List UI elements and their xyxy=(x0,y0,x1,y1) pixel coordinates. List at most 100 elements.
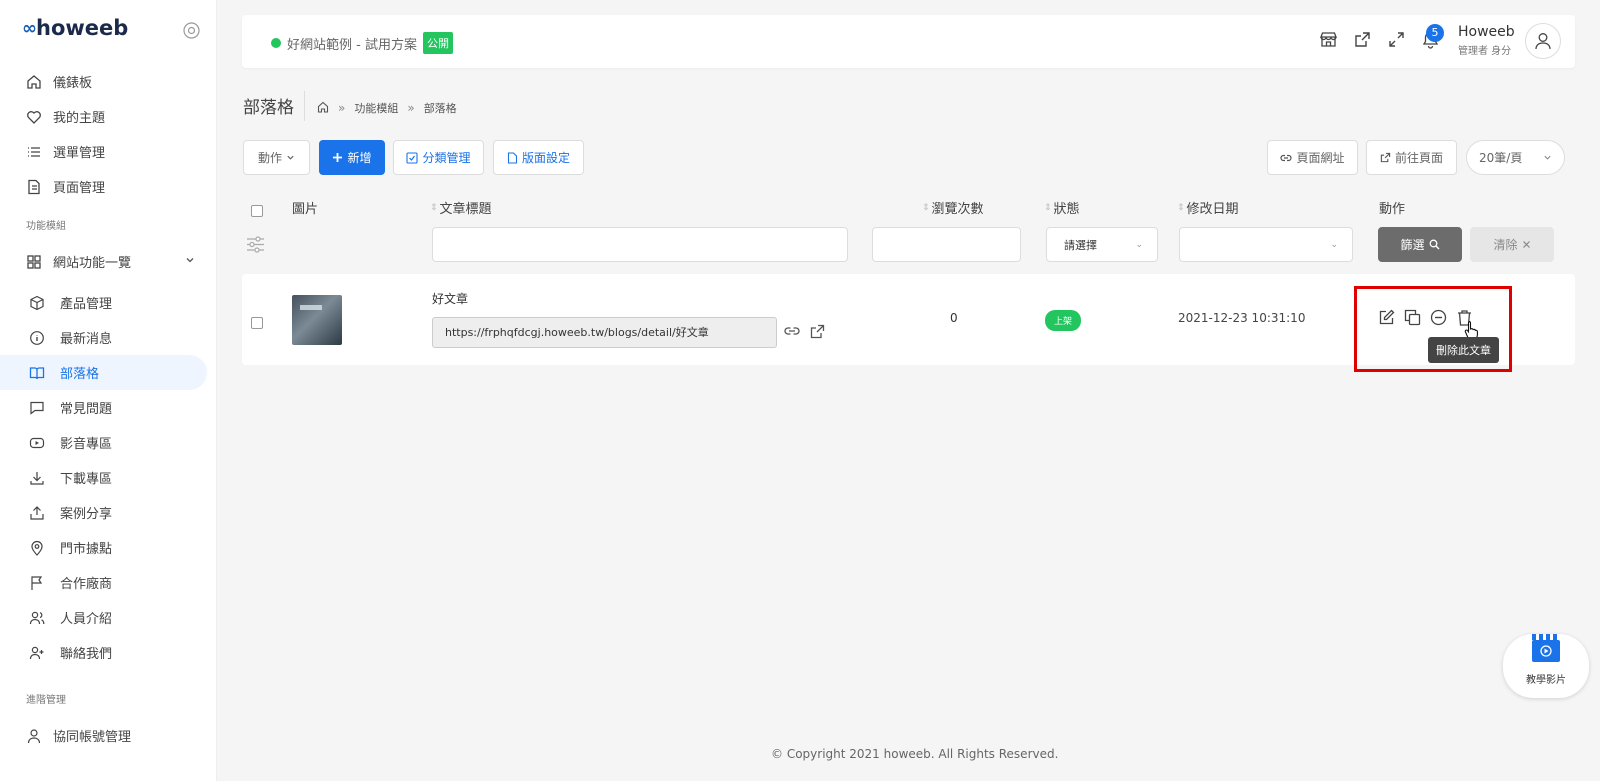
sidebar-item-label: 我的主題 xyxy=(53,111,106,126)
filter-sliders-icon[interactable] xyxy=(246,236,265,257)
home-icon[interactable] xyxy=(317,101,329,116)
user-avatar-icon xyxy=(1535,33,1551,50)
external-link-icon[interactable] xyxy=(1353,30,1372,49)
column-header-image: 圖片 xyxy=(292,198,318,217)
action-dropdown-button[interactable]: 動作 xyxy=(243,140,310,175)
post-url-field[interactable]: https://frphqfdcgj.howeeb.tw/blogs/detai… xyxy=(432,317,777,348)
online-status-dot xyxy=(271,38,281,48)
column-header-label: 圖片 xyxy=(292,202,319,217)
open-post-icon[interactable] xyxy=(810,324,825,343)
status-filter-select[interactable]: 請選擇 ⌄ xyxy=(1046,227,1158,262)
views-filter-input[interactable] xyxy=(872,227,1021,262)
tutorial-video-button[interactable]: 教學影片 xyxy=(1503,634,1589,698)
video-clapper-icon xyxy=(1532,634,1560,662)
sidebar-item-products[interactable]: 產品管理 xyxy=(0,285,217,320)
sidebar-item-my-theme[interactable]: 我的主題 xyxy=(0,99,217,134)
map-pin-icon xyxy=(28,539,46,557)
user-plus-icon xyxy=(28,644,46,662)
site-status: 好網站範例 - 試用方案 公開 xyxy=(271,32,453,54)
post-thumbnail[interactable] xyxy=(292,295,342,345)
add-button-label: 新增 xyxy=(347,151,372,165)
copy-link-icon[interactable] xyxy=(784,324,800,343)
chevron-down-icon: ⌄ xyxy=(1135,239,1143,250)
user-role: 管理者 身分 xyxy=(1458,46,1512,57)
info-icon xyxy=(28,329,46,347)
sidebar-item-faq[interactable]: 常見問題 xyxy=(0,390,217,425)
sidebar-item-downloads[interactable]: 下載專區 xyxy=(0,460,217,495)
file-icon xyxy=(507,151,518,164)
sort-icon: ⇕ xyxy=(430,202,438,213)
sidebar-item-dashboard[interactable]: 儀錶板 xyxy=(0,64,217,99)
home-icon xyxy=(25,73,43,91)
status-badge[interactable]: 上架 xyxy=(1045,310,1082,331)
avatar[interactable] xyxy=(1525,23,1561,59)
sidebar-item-stores[interactable]: 門市據點 xyxy=(0,530,217,565)
per-page-select[interactable]: 20筆/頁 xyxy=(1466,140,1565,175)
sidebar-item-label: 人員介紹 xyxy=(60,612,113,627)
download-icon xyxy=(28,469,46,487)
user-icon xyxy=(25,727,43,745)
sort-icon: ⇕ xyxy=(1044,202,1052,213)
close-icon xyxy=(1522,241,1530,248)
row-checkbox[interactable] xyxy=(251,317,263,329)
fullscreen-icon[interactable] xyxy=(1387,30,1406,49)
sidebar-item-label: 最新消息 xyxy=(60,332,113,347)
sidebar-item-video[interactable]: 影音專區 xyxy=(0,425,217,460)
sidebar-group-site-features[interactable]: 網站功能一覽 xyxy=(0,244,217,279)
sidebar-item-collab-accounts[interactable]: 協同帳號管理 xyxy=(0,718,217,753)
view-count: 0 xyxy=(950,311,958,325)
sidebar-item-label: 合作廠商 xyxy=(60,577,113,592)
sidebar-item-label: 案例分享 xyxy=(60,507,113,522)
notification-count-badge: 5 xyxy=(1426,24,1444,42)
message-icon xyxy=(28,399,46,417)
sidebar-item-cases[interactable]: 案例分享 xyxy=(0,495,217,530)
store-icon[interactable] xyxy=(1319,30,1338,49)
plus-icon xyxy=(333,153,343,162)
clear-button[interactable]: 清除 xyxy=(1470,227,1554,262)
breadcrumb-separator: » xyxy=(407,101,415,115)
layout-settings-button[interactable]: 版面設定 xyxy=(493,140,584,175)
column-header-title[interactable]: ⇕ 文章標題 xyxy=(430,198,492,217)
goto-page-button[interactable]: 前往頁面 xyxy=(1366,140,1457,175)
column-header-views[interactable]: ⇕ 瀏覽次數 xyxy=(922,198,984,217)
select-all-checkbox[interactable] xyxy=(251,205,263,217)
title-filter-input[interactable] xyxy=(432,227,848,262)
date-filter-select[interactable]: ⌄ xyxy=(1179,227,1353,262)
column-header-label: 瀏覽次數 xyxy=(931,202,984,217)
box-icon xyxy=(28,294,46,312)
youtube-icon xyxy=(28,434,46,452)
logo-mark: ∞ xyxy=(22,17,37,39)
chevron-down-icon xyxy=(185,254,195,269)
column-header-status[interactable]: ⇕ 狀態 xyxy=(1044,198,1080,217)
brand-logo[interactable]: ∞ howeeb xyxy=(22,16,128,40)
sidebar-item-page-manage[interactable]: 頁面管理 xyxy=(0,169,217,204)
post-title[interactable]: 好文章 xyxy=(432,290,468,307)
sidebar-section-admin: 進階管理 xyxy=(26,695,66,706)
sidebar-item-label: 聯絡我們 xyxy=(60,647,113,662)
chevron-down-icon xyxy=(287,155,294,160)
add-button[interactable]: 新增 xyxy=(319,140,385,175)
sidebar-item-staff[interactable]: 人員介紹 xyxy=(0,600,217,635)
sidebar-item-blog[interactable]: 部落格 xyxy=(0,355,207,390)
sidebar-item-label: 選單管理 xyxy=(53,146,106,161)
chevron-down-icon: ⌄ xyxy=(1330,239,1338,250)
filter-button[interactable]: 篩選 xyxy=(1378,227,1462,262)
breadcrumb-item[interactable]: 功能模組 xyxy=(354,100,398,116)
breadcrumb-separator: » xyxy=(338,101,346,115)
user-info[interactable]: Howeeb 管理者 身分 xyxy=(1458,24,1515,57)
sidebar-item-menu-manage[interactable]: 選單管理 xyxy=(0,134,217,169)
post-link-icons xyxy=(784,324,825,343)
column-header-modified[interactable]: ⇕ 修改日期 xyxy=(1177,198,1239,217)
category-manage-button[interactable]: 分類管理 xyxy=(393,140,484,175)
clear-button-label: 清除 xyxy=(1493,238,1518,252)
sidebar-item-news[interactable]: 最新消息 xyxy=(0,320,217,355)
delete-tooltip: 刪除此文章 xyxy=(1428,337,1499,363)
modified-date: 2021-12-23 10:31:10 xyxy=(1178,311,1306,325)
column-header-label: 動作 xyxy=(1379,202,1406,217)
logo-wordmark: howeeb xyxy=(36,16,129,40)
sidebar-toggle-icon[interactable] xyxy=(183,22,200,39)
page-url-button[interactable]: 頁面網址 xyxy=(1267,140,1358,175)
list-icon xyxy=(25,143,43,161)
sidebar-item-contact[interactable]: 聯絡我們 xyxy=(0,635,217,670)
sidebar-item-partners[interactable]: 合作廠商 xyxy=(0,565,217,600)
